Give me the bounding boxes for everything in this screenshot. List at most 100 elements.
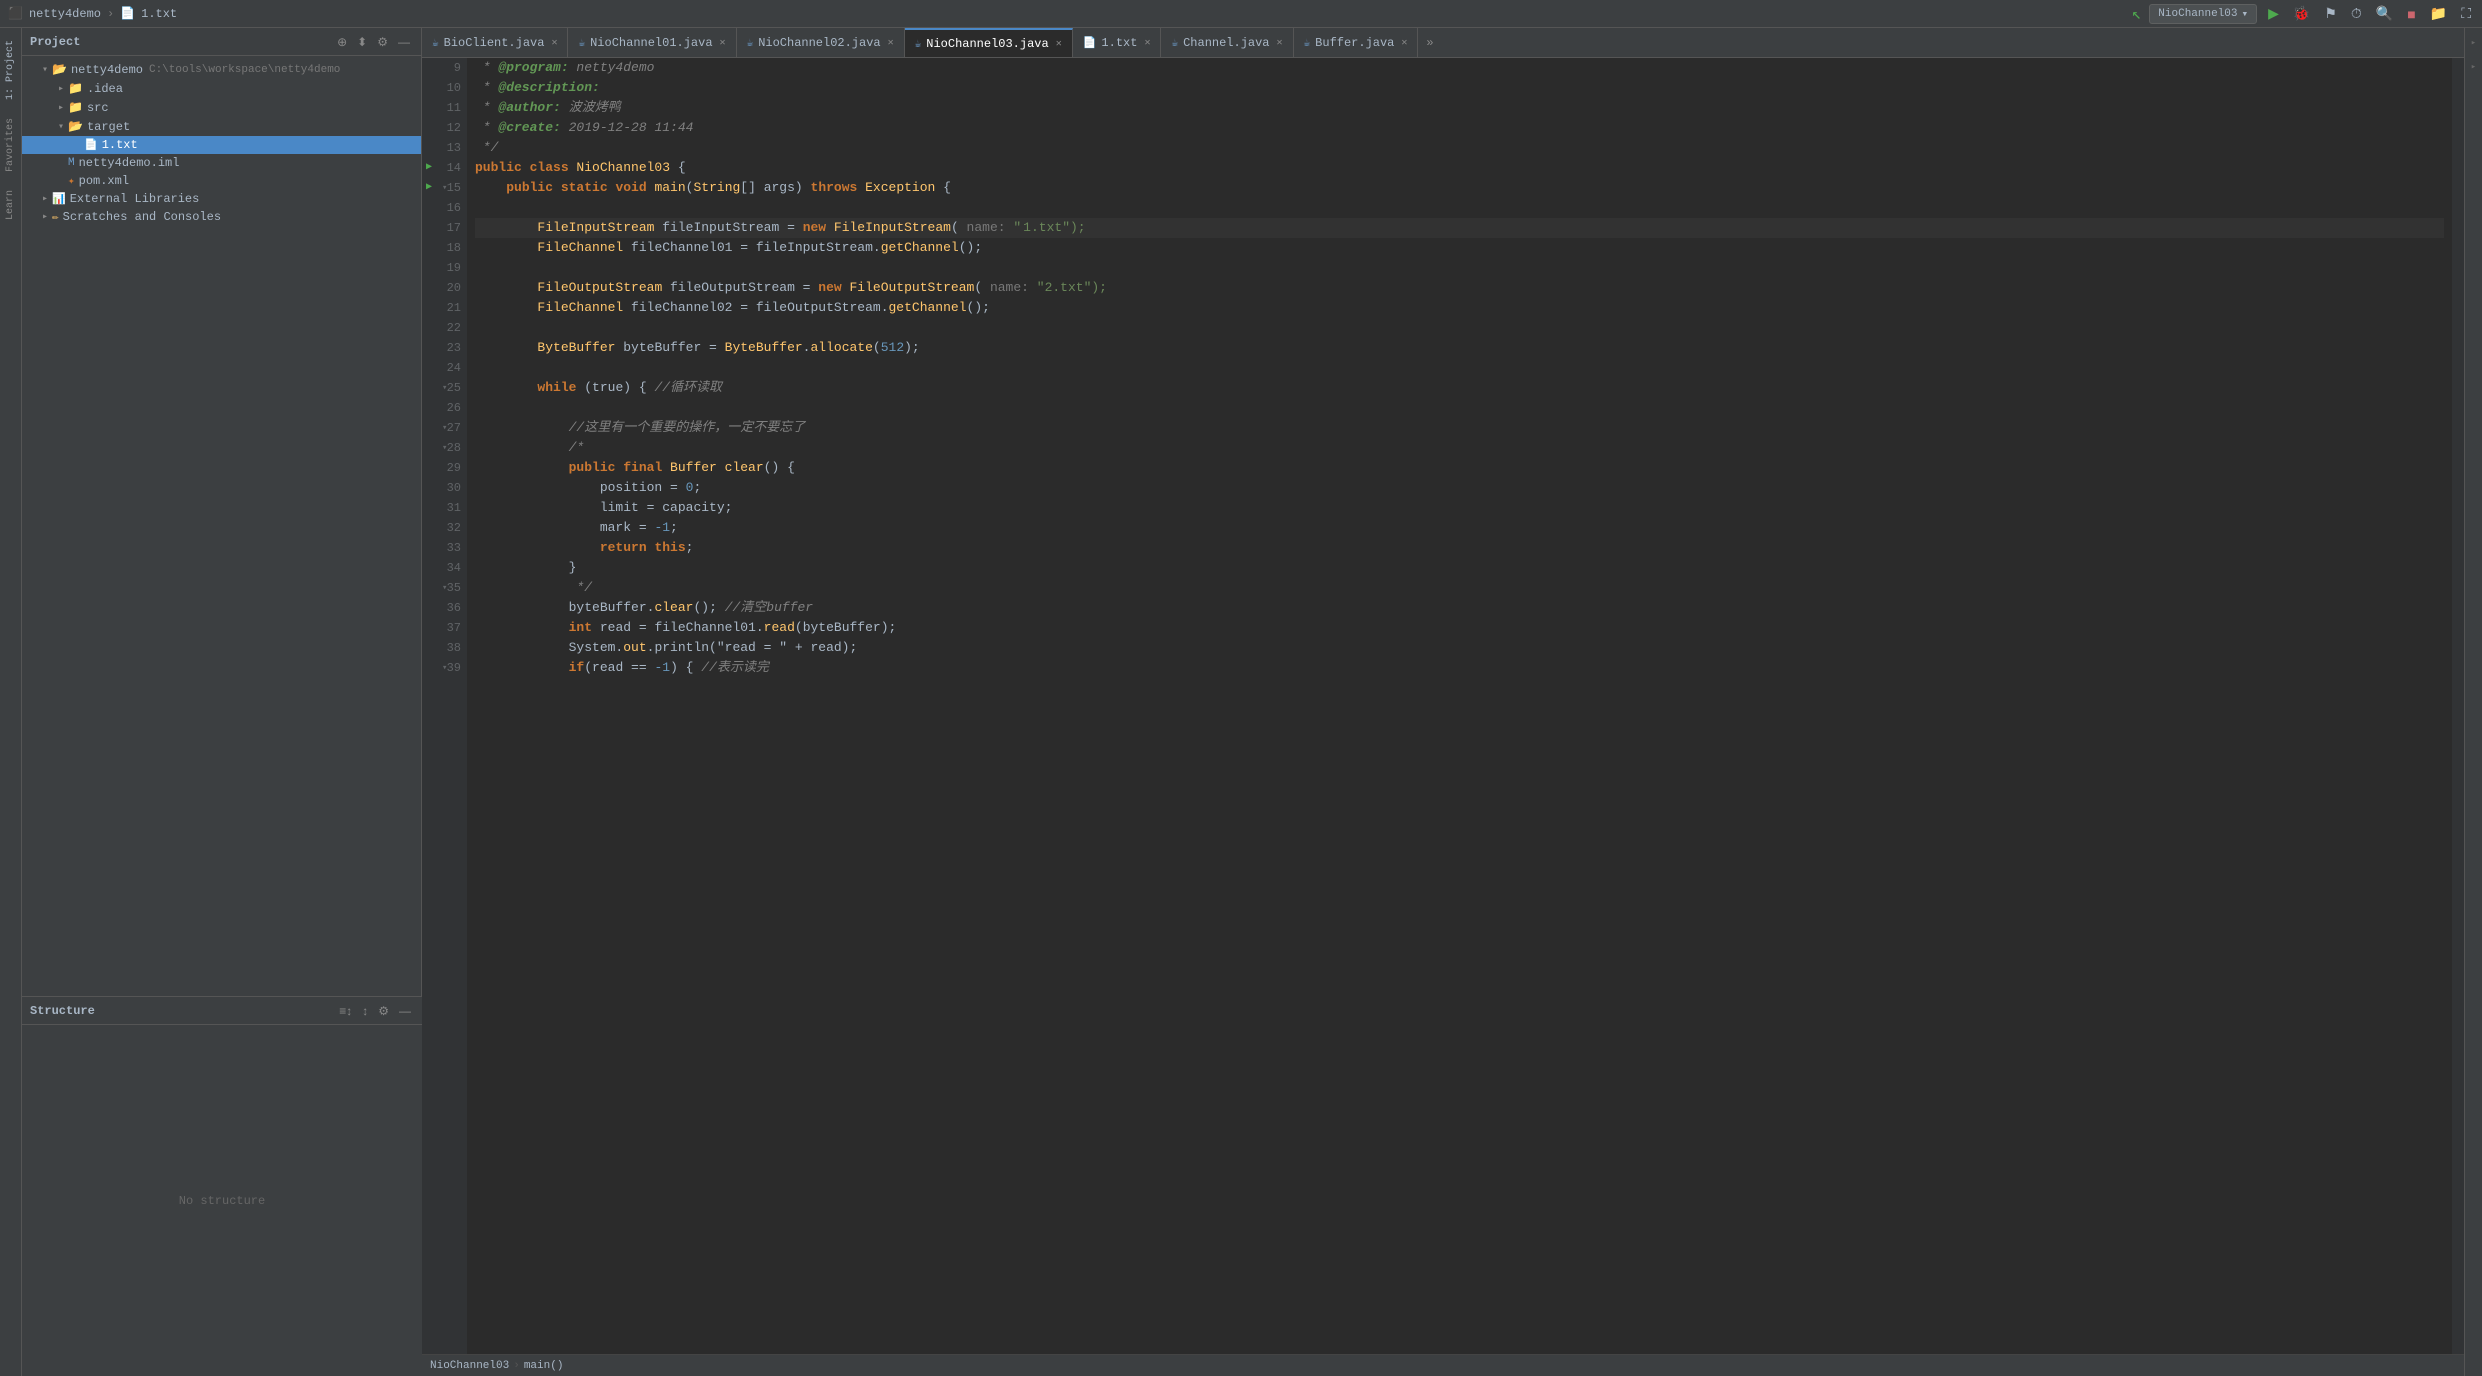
stop-button[interactable]: ■ — [2404, 4, 2418, 24]
tab-close-niochannel02[interactable]: ✕ — [888, 37, 894, 49]
debug-button[interactable]: 🐞 — [2290, 3, 2313, 24]
token-var: ( — [974, 278, 990, 298]
token-var — [475, 618, 569, 638]
file-name: 1.txt — [141, 7, 177, 21]
breadcrumb-class[interactable]: NioChannel03 — [430, 1360, 509, 1372]
collapse-all-button[interactable]: ⬍ — [354, 34, 370, 50]
line-number: 13 — [447, 138, 461, 158]
project-panel: Project ⊕ ⬍ ⚙ — ▾ 📂 netty4demo C:\tools\… — [22, 28, 422, 996]
chevron-down-icon: ▾ — [2242, 7, 2249, 21]
tree-item-scratches[interactable]: ▸ ✏ Scratches and Consoles — [22, 208, 421, 226]
token-hint: name: — [967, 218, 1006, 238]
token-var: { — [670, 158, 686, 178]
sidebar-tab-project[interactable]: 1: Project — [2, 32, 19, 108]
project-name[interactable]: netty4demo — [29, 7, 101, 21]
add-content-button[interactable]: ⊕ — [334, 34, 350, 50]
tab-close-niochannel03[interactable]: ✕ — [1056, 38, 1062, 50]
code-editor[interactable]: * @program: netty4demo * @description: *… — [467, 58, 2452, 1354]
tab-overflow-button[interactable]: » — [1418, 28, 1441, 57]
tab-channel[interactable]: ☕ Channel.java ✕ — [1161, 28, 1293, 57]
code-line: mark = -1; — [475, 518, 2444, 538]
line-number: 20 — [447, 278, 461, 298]
tree-item-1txt[interactable]: 📄 1.txt — [22, 136, 421, 154]
line-number: 19 — [447, 258, 461, 278]
tree-item-iml[interactable]: M netty4demo.iml — [22, 154, 421, 172]
line-number: 26 — [447, 398, 461, 418]
tab-close-niochannel01[interactable]: ✕ — [720, 37, 726, 49]
line-number: 23 — [447, 338, 461, 358]
settings-button[interactable]: ⚙ — [374, 34, 391, 50]
fold-icon[interactable]: ▾ — [442, 178, 447, 198]
expand-button[interactable]: ⛶ — [2458, 3, 2474, 24]
fold-icon[interactable]: ▾ — [442, 378, 447, 398]
structure-sort-alpha-button[interactable]: ≡↕ — [336, 1003, 355, 1019]
fold-icon[interactable]: ▾ — [442, 578, 447, 598]
token-str: "); — [1062, 218, 1085, 238]
token-var: ) { — [670, 658, 701, 678]
structure-settings-button[interactable]: ⚙ — [375, 1003, 392, 1019]
token-var — [475, 338, 537, 358]
profile-button[interactable]: ⏱ — [2348, 3, 2365, 24]
tree-item-root[interactable]: ▾ 📂 netty4demo C:\tools\workspace\netty4… — [22, 60, 421, 79]
token-fn: getChannel — [889, 298, 967, 318]
gutter-line: 22 — [422, 318, 461, 338]
sidebar-tab-learn[interactable]: Learn — [2, 182, 19, 228]
code-line: limit = capacity; — [475, 498, 2444, 518]
line-number: 18 — [447, 238, 461, 258]
code-line: FileChannel fileChannel01 = fileInputStr… — [475, 238, 2444, 258]
token-var: (); — [693, 598, 724, 618]
token-cm: */ — [475, 138, 498, 158]
run-arrow-icon[interactable]: ▶ — [426, 158, 432, 178]
tab-niochannel01[interactable]: ☕ NioChannel01.java ✕ — [568, 28, 736, 57]
token-var: fileChannel02 = fileOutputStream. — [623, 298, 888, 318]
tab-label-1txt: 1.txt — [1101, 36, 1137, 50]
fold-icon[interactable]: ▾ — [442, 658, 447, 678]
sidebar-tab-favorites[interactable]: Favorites — [2, 110, 19, 180]
gutter-line: ▾27 — [422, 418, 461, 438]
token-var — [475, 498, 600, 518]
coverage-button[interactable]: ⚑ — [2321, 3, 2340, 24]
tab-buffer[interactable]: ☕ Buffer.java ✕ — [1294, 28, 1419, 57]
tree-item-idea[interactable]: ▸ 📁 .idea — [22, 79, 421, 98]
gutter-line: 12 — [422, 118, 461, 138]
gutter-line: ▾25 — [422, 378, 461, 398]
tree-item-external-libs[interactable]: ▸ 📊 External Libraries — [22, 190, 421, 208]
run-config-selector[interactable]: NioChannel03 ▾ — [2149, 4, 2257, 24]
structure-sort-visibility-button[interactable]: ↕ — [359, 1003, 371, 1019]
gutter-line: 9 — [422, 58, 461, 78]
token-kw: void — [615, 178, 654, 198]
search-everywhere-button[interactable]: 🔍 — [2373, 3, 2396, 24]
run-button[interactable]: ▶ — [2265, 3, 2282, 24]
right-sidebar-tab-2[interactable]: ▸ — [2467, 56, 2481, 78]
tab-close-channel[interactable]: ✕ — [1277, 37, 1283, 49]
token-kw: new — [803, 218, 834, 238]
structure-panel-header: Structure ≡↕ ↕ ⚙ — — [22, 997, 422, 1025]
tree-item-src[interactable]: ▸ 📁 src — [22, 98, 421, 117]
breadcrumb-method[interactable]: main() — [524, 1360, 564, 1372]
token-var: byteBuffer — [569, 598, 647, 618]
structure-close-button[interactable]: — — [396, 1003, 414, 1019]
tab-1txt[interactable]: 📄 1.txt ✕ — [1073, 28, 1162, 57]
open-file-button[interactable]: 📁 — [2427, 3, 2450, 24]
tree-item-pom[interactable]: ✦ pom.xml — [22, 172, 421, 190]
tab-close-buffer[interactable]: ✕ — [1401, 37, 1407, 49]
tab-close-1txt[interactable]: ✕ — [1144, 37, 1150, 49]
run-arrow-icon[interactable]: ▶ — [426, 178, 432, 198]
line-number: 32 — [447, 518, 461, 538]
tab-niochannel02[interactable]: ☕ NioChannel02.java ✕ — [737, 28, 905, 57]
tab-close-bioclient[interactable]: ✕ — [551, 37, 557, 49]
tree-item-target[interactable]: ▾ 📂 target — [22, 117, 421, 136]
right-sidebar-tab-1[interactable]: ▸ — [2467, 32, 2481, 54]
token-cls: FileChannel — [537, 298, 623, 318]
tab-niochannel03[interactable]: ☕ NioChannel03.java ✕ — [905, 28, 1073, 57]
token-num: -1 — [654, 658, 670, 678]
token-var — [475, 418, 569, 438]
gutter-line: 18 — [422, 238, 461, 258]
fold-icon[interactable]: ▾ — [442, 418, 447, 438]
fold-icon[interactable]: ▾ — [442, 438, 447, 458]
token-cm: 波波烤鸭 — [561, 98, 621, 118]
tab-bioclient[interactable]: ☕ BioClient.java ✕ — [422, 28, 568, 57]
line-number: 28 — [447, 438, 461, 458]
close-panel-button[interactable]: — — [395, 34, 413, 50]
token-var — [475, 378, 537, 398]
